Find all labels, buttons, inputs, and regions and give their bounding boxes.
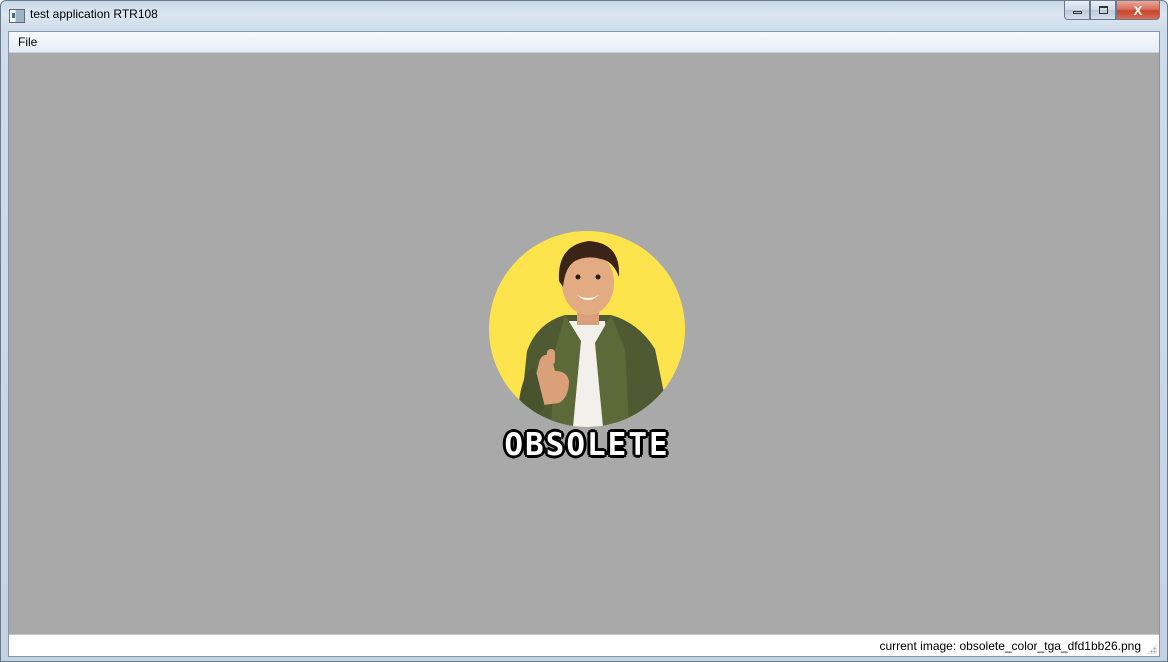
resize-grip-icon[interactable] (1147, 644, 1157, 654)
status-current-image: current image: obsolete_color_tga_dfd1bb… (879, 639, 1141, 653)
image-canvas: OBSOLETE (9, 53, 1159, 634)
obsolete-badge-image (489, 231, 685, 427)
close-icon: X (1133, 2, 1143, 18)
window-title: test application RTR108 (30, 7, 158, 21)
title-bar[interactable]: test application RTR108 X (1, 1, 1167, 31)
minimize-button[interactable] (1064, 1, 1090, 20)
obsolete-caption: OBSOLETE (504, 427, 670, 463)
menu-bar: File (9, 32, 1159, 53)
app-window: test application RTR108 X File OBSOLETE … (0, 0, 1168, 662)
close-button[interactable]: X (1116, 1, 1160, 20)
maximize-icon (1098, 6, 1108, 14)
minimize-icon (1072, 11, 1082, 14)
maximize-button[interactable] (1090, 1, 1116, 20)
client-area: File OBSOLETE current image: obsolete_co… (8, 31, 1160, 657)
caption-buttons: X (1064, 1, 1160, 21)
menu-item-file[interactable]: File (13, 34, 42, 50)
status-bar: current image: obsolete_color_tga_dfd1bb… (9, 634, 1159, 656)
app-icon[interactable] (9, 9, 25, 23)
